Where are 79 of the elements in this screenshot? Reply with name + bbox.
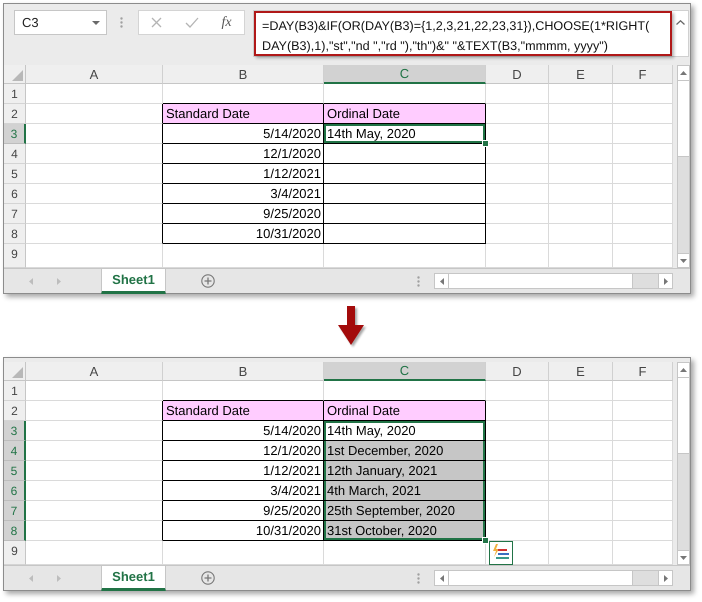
row-header[interactable]: 2 (4, 401, 26, 421)
dots-icon (417, 572, 420, 584)
triangle-right-icon[interactable] (664, 574, 668, 582)
table-cell: 14th May, 2020 (324, 421, 486, 441)
row-header[interactable]: 5 (4, 164, 26, 184)
table-cell: 1st December, 2020 (324, 441, 486, 461)
table-cell: 9/25/2020 (163, 204, 324, 224)
name-box[interactable]: C3 (14, 10, 107, 35)
vertical-scrollbar[interactable] (677, 362, 690, 565)
triangle-left-icon[interactable] (440, 574, 444, 582)
table-cell: 1/12/2021 (163, 461, 324, 481)
dots-icon (417, 276, 420, 286)
row-header[interactable]: 4 (4, 144, 26, 164)
horizontal-scrollbar[interactable] (434, 570, 673, 586)
triangle-up-icon[interactable] (680, 71, 687, 75)
table-cell: 31st October, 2020 (324, 521, 486, 541)
row-header[interactable]: 2 (4, 104, 26, 124)
table-cell: 10/31/2020 (163, 521, 324, 541)
table-cell: Standard Date (163, 401, 324, 421)
row-header[interactable]: 6 (4, 481, 26, 501)
horizontal-scrollbar[interactable] (434, 273, 673, 289)
formula-text[interactable]: =DAY(B3)&IF(OR(DAY(B3)={1,2,3,21,22,23,31}),CHOOSE(1*RIGHT( DAY(B3),1),"st","nd ","rd "),"th")&" "&TEXT(B3,"mmmm, yyyy") (254, 11, 672, 56)
row-header[interactable]: 3 (4, 124, 26, 144)
row-header[interactable]: 5 (4, 461, 26, 481)
chevron-up-icon[interactable] (676, 20, 684, 25)
row-header[interactable]: 1 (4, 381, 26, 401)
caret-down-icon[interactable] (92, 20, 100, 24)
add-sheet-icon[interactable] (201, 274, 215, 288)
triangle-up-icon[interactable] (680, 368, 687, 372)
scrollbar-thumb[interactable] (449, 571, 633, 585)
row-header[interactable]: 9 (4, 244, 26, 268)
row-header[interactable]: 7 (4, 204, 26, 224)
column-header[interactable]: C (324, 65, 486, 84)
row-header[interactable]: 8 (4, 224, 26, 244)
vertical-scrollbar[interactable] (677, 65, 690, 268)
corner-triangle-icon[interactable] (12, 70, 23, 81)
row-header[interactable]: 8 (4, 521, 26, 541)
row-header[interactable]: 6 (4, 184, 26, 204)
table-cell: 12/1/2020 (163, 144, 324, 164)
down-arrow-icon (338, 306, 364, 345)
triangle-down-icon[interactable] (680, 556, 687, 560)
scrollbar-thumb[interactable] (678, 378, 689, 454)
table-cell: 9/25/2020 (163, 501, 324, 521)
row-header[interactable]: 4 (4, 441, 26, 461)
dots-icon (120, 17, 123, 28)
table-cell: 14th May, 2020 (324, 124, 486, 144)
table-cell: 12th January, 2021 (324, 461, 486, 481)
table-cell: Standard Date (163, 104, 324, 124)
fill-handle[interactable] (482, 537, 489, 544)
triangle-right-icon[interactable] (664, 278, 668, 284)
cancel-icon[interactable] (151, 17, 162, 28)
table-cell: 1/12/2021 (163, 164, 324, 184)
row-header[interactable]: 9 (4, 541, 26, 565)
scrollbar-thumb[interactable] (449, 274, 633, 288)
lightning-list-icon[interactable] (489, 541, 513, 565)
row-header[interactable]: 7 (4, 501, 26, 521)
table-cell: Ordinal Date (324, 401, 486, 421)
triangle-down-icon[interactable] (680, 258, 687, 262)
column-header[interactable]: C (324, 362, 486, 381)
table-cell: 3/4/2021 (163, 184, 324, 204)
table-cell: 4th March, 2021 (324, 481, 486, 501)
table-cell: 3/4/2021 (163, 481, 324, 501)
table-cell: 5/14/2020 (163, 421, 324, 441)
table-cell: 25th September, 2020 (324, 501, 486, 521)
table-cell: 12/1/2020 (163, 441, 324, 461)
table-cell: 5/14/2020 (163, 124, 324, 144)
sheet-tab[interactable]: Sheet1 (101, 566, 166, 590)
table-cell: 10/31/2020 (163, 224, 324, 244)
row-header[interactable]: 1 (4, 84, 26, 104)
insert-function-button[interactable]: fx (221, 14, 232, 30)
row-header[interactable]: 3 (4, 421, 26, 441)
fill-handle[interactable] (482, 140, 489, 147)
triangle-left-icon[interactable] (440, 278, 444, 284)
table-cell: Ordinal Date (324, 104, 486, 124)
scrollbar-thumb[interactable] (678, 81, 689, 157)
check-icon[interactable] (184, 17, 198, 28)
sheet-tab[interactable]: Sheet1 (101, 268, 166, 294)
add-sheet-icon[interactable] (201, 571, 215, 585)
corner-triangle-icon[interactable] (12, 367, 23, 378)
